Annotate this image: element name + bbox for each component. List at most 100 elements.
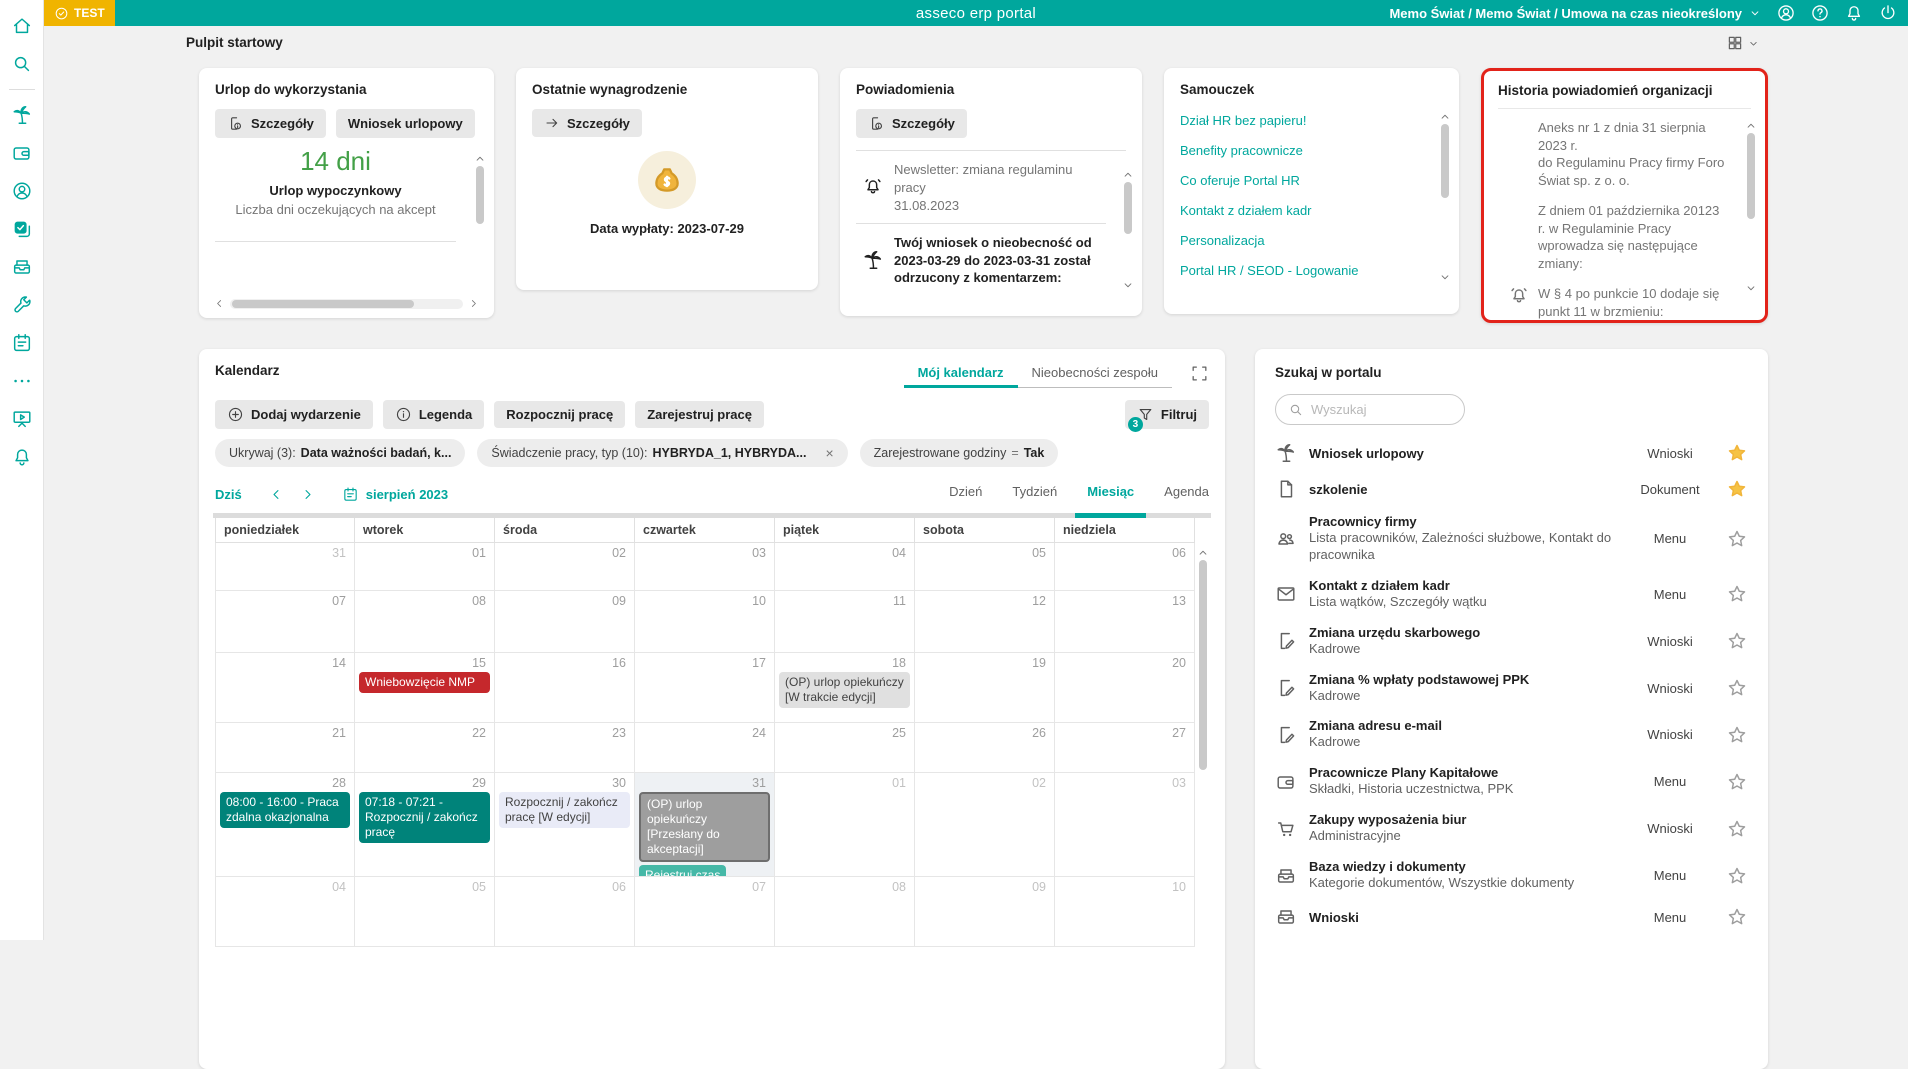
scroll-up-icon[interactable] (1121, 168, 1135, 182)
calendar-day-cell[interactable]: 20 (1055, 653, 1195, 723)
calendar-day-cell[interactable]: 03 (1055, 773, 1195, 877)
vacation-request-button[interactable]: Wniosek urlopowy (336, 109, 475, 138)
search-result-item[interactable]: Zakupy wyposażenia biurAdministracyjneWn… (1275, 805, 1748, 852)
layout-switcher[interactable] (1726, 34, 1760, 52)
sidebar-item-wallet[interactable] (0, 134, 44, 172)
calendar-day-cell[interactable]: 17 (635, 653, 775, 723)
calendar-event[interactable]: Wniebowzięcie NMP (359, 672, 490, 693)
calendar-day-cell[interactable]: 16 (495, 653, 635, 723)
calendar-day-cell[interactable]: 10 (635, 591, 775, 653)
vacation-details-button[interactable]: Szczegóły (215, 109, 326, 138)
filter-chip[interactable]: Świadczenie pracy, typ (10):HYBRYDA_1, H… (477, 439, 847, 467)
star-outline-icon[interactable] (1718, 724, 1748, 746)
calendar-day-cell[interactable]: 07 (635, 877, 775, 947)
calendar-day-cell[interactable]: 22 (355, 723, 495, 773)
notification-item[interactable]: Twój wniosek o nieobecność od 2023-03-29… (856, 223, 1106, 297)
scroll-up-icon[interactable] (1438, 110, 1452, 124)
next-month-icon[interactable] (299, 486, 316, 503)
calendar-event[interactable]: (OP) urlop opiekuńczy [Przesłany do akce… (639, 792, 770, 862)
calendar-day-cell[interactable]: 03 (635, 543, 775, 591)
search-result-item[interactable]: Zmiana urzędu skarbowegoKadroweWnioski (1275, 618, 1748, 665)
view-tab-tydzień[interactable]: Tydzień (1012, 484, 1057, 505)
search-result-item[interactable]: szkolenieDokument (1275, 471, 1748, 507)
filter-chip[interactable]: Ukrywaj (3):Data ważności badań, k... (215, 439, 465, 467)
sidebar-item-home[interactable] (0, 7, 44, 45)
search-result-item[interactable]: Kontakt z działem kadrLista wątków, Szcz… (1275, 571, 1748, 618)
calendar-event[interactable]: 07:18 - 07:21 - Rozpocznij / zakończ pra… (359, 792, 490, 843)
calendar-day-cell[interactable]: 08 (355, 591, 495, 653)
star-outline-icon[interactable] (1718, 865, 1748, 887)
month-picker[interactable]: sierpień 2023 (342, 486, 448, 503)
prev-month-icon[interactable] (268, 486, 285, 503)
vacation-hscrollbar[interactable] (213, 297, 480, 310)
calendar-tab-m-j-kalendarz[interactable]: Mój kalendarz (904, 363, 1018, 388)
calendar-day-cell[interactable]: 06 (1055, 543, 1195, 591)
star-outline-icon[interactable] (1718, 528, 1748, 550)
scroll-down-icon[interactable] (1744, 281, 1758, 295)
calendar-event[interactable]: 08:00 - 16:00 - Praca zdalna okazjonalna (220, 792, 350, 828)
scroll-up-icon[interactable] (473, 152, 487, 166)
notifications-scrollbar[interactable] (1122, 168, 1134, 298)
sidebar-item-document-tray[interactable] (0, 248, 44, 286)
calendar-day-cell[interactable]: 02 (495, 543, 635, 591)
star-outline-icon[interactable] (1718, 771, 1748, 793)
calendar-tab-nieobecno-ci-zespo-u[interactable]: Nieobecności zespołu (1018, 363, 1172, 388)
calendar-day-cell[interactable]: 05 (355, 877, 495, 947)
star-outline-icon[interactable] (1718, 677, 1748, 699)
calendar-button-rozpocznij-prac-[interactable]: Rozpocznij pracę (494, 401, 625, 428)
filter-chip[interactable]: Zarejestrowane godziny=Tak (860, 439, 1059, 467)
sidebar-item-bell[interactable] (0, 438, 44, 476)
scroll-right-icon[interactable] (467, 297, 480, 310)
scroll-up-icon[interactable] (1744, 119, 1758, 133)
sidebar-item-search[interactable] (0, 45, 44, 83)
search-result-item[interactable]: Zmiana % wpłaty podstawowej PPKKadroweWn… (1275, 665, 1748, 712)
calendar-event[interactable]: Rozpocznij / zakończ pracę [W edycji] (499, 792, 630, 828)
notifications-details-button[interactable]: Szczegóły (856, 109, 967, 138)
tutorial-link[interactable]: Portal HR / SEOD - Logowanie (1180, 263, 1421, 278)
calendar-button-dodaj-wydarzenie[interactable]: Dodaj wydarzenie (215, 400, 373, 429)
calendar-day-cell[interactable]: 15Wniebowzięcie NMP (355, 653, 495, 723)
calendar-day-cell[interactable]: 09 (495, 591, 635, 653)
tutorial-link[interactable]: Personalizacja (1180, 233, 1421, 248)
calendar-day-cell[interactable]: 01 (775, 773, 915, 877)
calendar-day-cell[interactable]: 18(OP) urlop opiekuńczy [W trakcie edycj… (775, 653, 915, 723)
calendar-day-cell[interactable]: 01 (355, 543, 495, 591)
help-icon[interactable] (1810, 3, 1830, 23)
calendar-day-cell[interactable]: 27 (1055, 723, 1195, 773)
portal-search-box[interactable] (1275, 394, 1465, 425)
calendar-day-cell[interactable]: 2907:18 - 07:21 - Rozpocznij / zakończ p… (355, 773, 495, 877)
calendar-event[interactable]: (OP) urlop opiekuńczy [W trakcie edycji] (779, 672, 910, 708)
today-button[interactable]: Dziś (215, 487, 242, 502)
scroll-down-icon[interactable] (1438, 270, 1452, 284)
star-filled-icon[interactable] (1718, 442, 1748, 464)
calendar-day-cell[interactable]: 21 (215, 723, 355, 773)
calendar-day-cell[interactable]: 11 (775, 591, 915, 653)
sidebar-item-person-circle[interactable] (0, 172, 44, 210)
calendar-day-cell[interactable]: 31 (215, 543, 355, 591)
sidebar-item-wrench[interactable] (0, 286, 44, 324)
fullscreen-icon[interactable] (1190, 364, 1209, 383)
tutorial-link[interactable]: Co oferuje Portal HR (1180, 173, 1421, 188)
calendar-day-cell[interactable]: 14 (215, 653, 355, 723)
calendar-day-cell[interactable]: 25 (775, 723, 915, 773)
search-result-item[interactable]: WnioskiMenu (1275, 899, 1748, 935)
salary-details-button[interactable]: Szczegóły (532, 109, 642, 137)
calendar-button-legenda[interactable]: Legenda (383, 400, 484, 429)
org-history-scrollbar[interactable] (1745, 119, 1757, 309)
calendar-day-cell[interactable]: 04 (215, 877, 355, 947)
calendar-day-cell[interactable]: 26 (915, 723, 1055, 773)
scroll-up-icon[interactable] (1196, 546, 1210, 560)
star-filled-icon[interactable] (1718, 478, 1748, 500)
user-context-switcher[interactable]: Memo Świat / Memo Świat / Umowa na czas … (1389, 6, 1762, 21)
calendar-event[interactable]: Rejestruj czas (639, 865, 726, 878)
search-result-item[interactable]: Pracownicy firmyLista pracowników, Zależ… (1275, 507, 1748, 571)
view-tab-miesiąc[interactable]: Miesiąc (1087, 484, 1134, 505)
calendar-day-cell[interactable]: 09 (915, 877, 1055, 947)
search-result-item[interactable]: Baza wiedzy i dokumentyKategorie dokumen… (1275, 852, 1748, 899)
scroll-left-icon[interactable] (213, 297, 226, 310)
calendar-button-zarejestruj-prac-[interactable]: Zarejestruj pracę (635, 401, 764, 428)
calendar-day-cell[interactable]: 31(OP) urlop opiekuńczy [Przesłany do ak… (635, 773, 775, 877)
tutorial-link[interactable]: Kontakt z działem kadr (1180, 203, 1421, 218)
calendar-day-cell[interactable]: 2808:00 - 16:00 - Praca zdalna okazjonal… (215, 773, 355, 877)
star-outline-icon[interactable] (1718, 906, 1748, 928)
